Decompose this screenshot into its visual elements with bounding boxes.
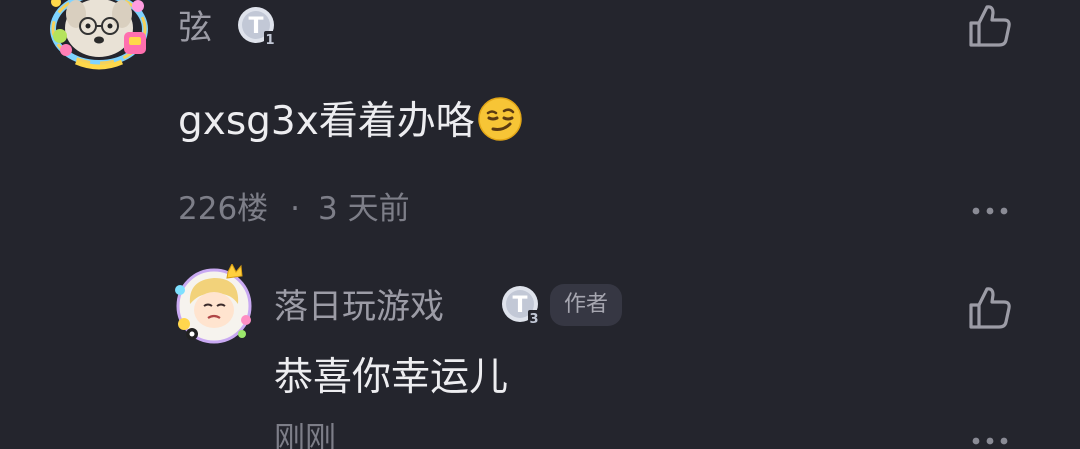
comment-meta: 226楼 · 3 天前: [178, 194, 410, 225]
reply-avatar[interactable]: [170, 264, 258, 346]
svg-text:T: T: [248, 14, 263, 39]
level-badge-icon: T 1: [238, 7, 276, 47]
floor-number: 226楼: [178, 191, 269, 227]
reply-time: 刚刚: [274, 421, 336, 449]
author-badge: 作者: [550, 284, 623, 326]
avatar[interactable]: [46, 0, 152, 70]
thumbs-up-icon[interactable]: [966, 2, 1014, 50]
smirking-face-emoji-icon: [478, 97, 522, 141]
more-dots-icon[interactable]: [970, 204, 1010, 218]
thumbs-up-icon[interactable]: [966, 284, 1014, 332]
svg-text:3: 3: [529, 312, 538, 326]
svg-text:T: T: [512, 293, 527, 318]
reply-meta: 刚刚: [274, 424, 336, 449]
meta-separator: ·: [290, 191, 301, 227]
comment-screen: 弦 T 1 gxsg3x看着办咯 226楼 · 3 天前 落日玩游戏 T 3 作…: [0, 0, 1080, 449]
svg-text:1: 1: [265, 33, 274, 47]
reply-username[interactable]: 落日玩游戏: [274, 290, 444, 324]
reply-text: 恭喜你幸运儿: [274, 355, 509, 400]
comment-time: 3 天前: [318, 191, 410, 227]
comment-text: gxsg3x看着办咯: [178, 96, 523, 142]
comment-text-content: gxsg3x看着办咯: [178, 99, 475, 144]
level-badge-icon: T 3: [502, 286, 540, 326]
more-dots-icon[interactable]: [970, 434, 1010, 448]
username[interactable]: 弦: [178, 11, 212, 45]
